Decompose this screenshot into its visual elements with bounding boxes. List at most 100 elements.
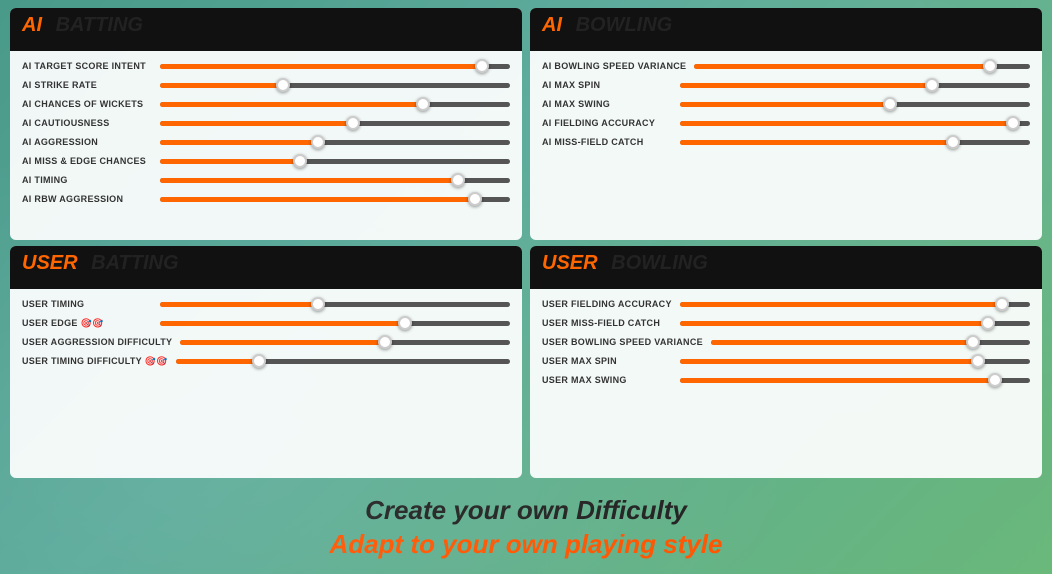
slider-thumb[interactable] xyxy=(293,154,307,168)
slider-track[interactable] xyxy=(680,97,1030,111)
slider-track[interactable] xyxy=(160,59,510,73)
slider-thumb[interactable] xyxy=(983,59,997,73)
slider-track[interactable] xyxy=(680,373,1030,387)
slider-fill xyxy=(180,340,384,345)
slider-row: AI TARGET SCORE INTENT xyxy=(22,59,510,73)
slider-label: USER FIELDING ACCURACY xyxy=(542,299,672,309)
slider-label: USER MISS-FIELD CATCH xyxy=(542,318,672,328)
slider-track[interactable] xyxy=(680,116,1030,130)
slider-fill xyxy=(680,302,1002,307)
slider-thumb[interactable] xyxy=(883,97,897,111)
slider-fill xyxy=(160,83,283,88)
slider-track[interactable] xyxy=(160,192,510,206)
slider-label: AI TIMING xyxy=(22,175,152,185)
slider-track[interactable] xyxy=(680,297,1030,311)
slider-label: USER TIMING DIFFICULTY 🎯🎯 xyxy=(22,356,168,367)
slider-track[interactable] xyxy=(180,335,510,349)
slider-label: AI FIELDING ACCURACY xyxy=(542,118,672,128)
slider-fill xyxy=(711,340,973,345)
slider-fill xyxy=(680,121,1013,126)
slider-row: USER MISS-FIELD CATCH xyxy=(542,316,1030,330)
slider-track[interactable] xyxy=(711,335,1030,349)
slider-row: USER FIELDING ACCURACY xyxy=(542,297,1030,311)
slider-thumb[interactable] xyxy=(946,135,960,149)
slider-label: AI MISS-FIELD CATCH xyxy=(542,137,672,147)
slider-track[interactable] xyxy=(160,116,510,130)
slider-fill xyxy=(680,102,890,107)
slider-label: USER BOWLING SPEED VARIANCE xyxy=(542,337,703,347)
slider-thumb[interactable] xyxy=(981,316,995,330)
ai-batting-title: AI BATTING xyxy=(22,14,143,37)
slider-thumb[interactable] xyxy=(966,335,980,349)
slider-row: AI MISS & EDGE CHANCES xyxy=(22,154,510,168)
slider-thumb[interactable] xyxy=(378,335,392,349)
user-bowling-sliders: USER FIELDING ACCURACY USER MISS-FIELD CA… xyxy=(542,297,1030,387)
slider-thumb[interactable] xyxy=(311,135,325,149)
slider-fill xyxy=(680,378,995,383)
slider-label: AI TARGET SCORE INTENT xyxy=(22,61,152,71)
slider-label: AI CAUTIOUSNESS xyxy=(22,118,152,128)
ai-batting-suffix: BATTING xyxy=(56,14,143,37)
slider-fill xyxy=(160,178,458,183)
slider-row: USER TIMING DIFFICULTY 🎯🎯 xyxy=(22,354,510,368)
slider-thumb[interactable] xyxy=(416,97,430,111)
slider-thumb[interactable] xyxy=(398,316,412,330)
slider-row: AI RBW AGGRESSION xyxy=(22,192,510,206)
ai-bowling-panel: AI BOWLING AI BOWLING SPEED VARIANCE AI M… xyxy=(530,8,1042,240)
user-batting-title-bar: USER BATTING xyxy=(10,246,522,289)
slider-label: AI RBW AGGRESSION xyxy=(22,194,152,204)
slider-track[interactable] xyxy=(680,354,1030,368)
slider-thumb[interactable] xyxy=(451,173,465,187)
slider-thumb[interactable] xyxy=(475,59,489,73)
ai-bowling-title: AI BOWLING xyxy=(542,14,672,37)
slider-thumb[interactable] xyxy=(468,192,482,206)
panels-row: AI BATTING AI TARGET SCORE INTENT AI STRI… xyxy=(0,0,1052,246)
bottom-line2: Adapt to your own playing style xyxy=(0,528,1052,562)
slider-track[interactable] xyxy=(160,78,510,92)
user-batting-suffix: BATTING xyxy=(91,252,178,275)
ai-batting-prefix: AI xyxy=(22,14,42,37)
slider-thumb[interactable] xyxy=(252,354,266,368)
slider-track[interactable] xyxy=(160,135,510,149)
slider-thumb[interactable] xyxy=(1006,116,1020,130)
slider-track[interactable] xyxy=(680,316,1030,330)
bottom-line1: Create your own Difficulty xyxy=(0,494,1052,528)
slider-thumb[interactable] xyxy=(971,354,985,368)
slider-thumb[interactable] xyxy=(995,297,1009,311)
slider-fill xyxy=(160,64,482,69)
slider-thumb[interactable] xyxy=(311,297,325,311)
slider-row: AI TIMING xyxy=(22,173,510,187)
slider-track[interactable] xyxy=(160,297,510,311)
slider-fill xyxy=(680,83,932,88)
slider-label: USER TIMING xyxy=(22,299,152,309)
slider-label: USER EDGE 🎯🎯 xyxy=(22,318,152,329)
ai-batting-sliders: AI TARGET SCORE INTENT AI STRIKE RATE AI C… xyxy=(22,59,510,206)
ai-batting-title-bar: AI BATTING xyxy=(10,8,522,51)
slider-row: AI AGGRESSION xyxy=(22,135,510,149)
user-batting-title: USER BATTING xyxy=(22,252,179,275)
slider-thumb[interactable] xyxy=(276,78,290,92)
slider-row: AI BOWLING SPEED VARIANCE xyxy=(542,59,1030,73)
slider-row: AI MISS-FIELD CATCH xyxy=(542,135,1030,149)
slider-track[interactable] xyxy=(160,97,510,111)
slider-label: AI BOWLING SPEED VARIANCE xyxy=(542,61,686,71)
slider-label: USER AGGRESSION DIFFICULTY xyxy=(22,337,172,347)
slider-track[interactable] xyxy=(176,354,510,368)
slider-track[interactable] xyxy=(160,173,510,187)
slider-thumb[interactable] xyxy=(346,116,360,130)
slider-track[interactable] xyxy=(680,135,1030,149)
slider-label: AI STRIKE RATE xyxy=(22,80,152,90)
slider-thumb[interactable] xyxy=(925,78,939,92)
slider-row: USER TIMING xyxy=(22,297,510,311)
slider-row: AI FIELDING ACCURACY xyxy=(542,116,1030,130)
slider-track[interactable] xyxy=(680,78,1030,92)
slider-track[interactable] xyxy=(160,316,510,330)
slider-thumb[interactable] xyxy=(988,373,1002,387)
slider-fill xyxy=(680,321,988,326)
slider-track[interactable] xyxy=(160,154,510,168)
slider-track[interactable] xyxy=(694,59,1030,73)
slider-label: AI MAX SPIN xyxy=(542,80,672,90)
slider-fill xyxy=(160,302,318,307)
main-container: AI BATTING AI TARGET SCORE INTENT AI STRI… xyxy=(0,0,1052,574)
slider-row: AI STRIKE RATE xyxy=(22,78,510,92)
